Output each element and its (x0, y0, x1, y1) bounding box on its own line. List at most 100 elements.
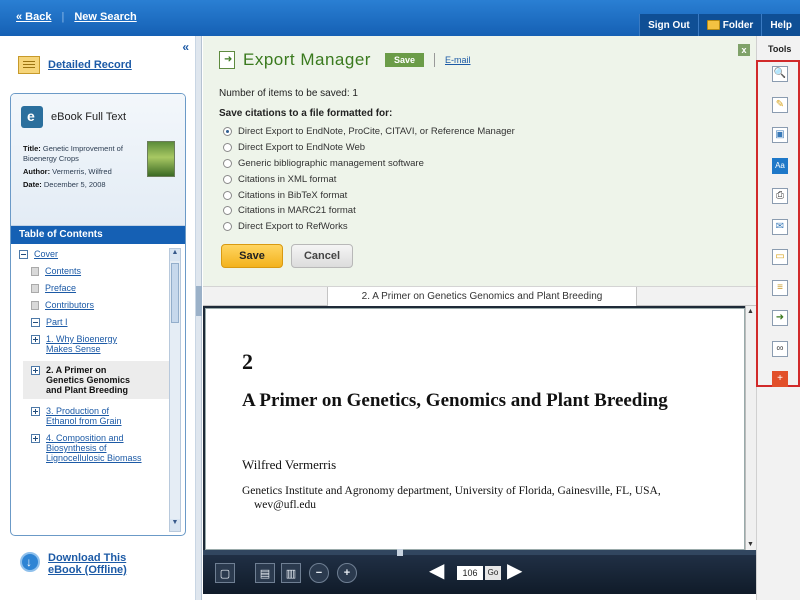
format-option[interactable]: Direct Export to RefWorks (223, 219, 515, 235)
export-save-tab[interactable]: Save (384, 53, 424, 67)
horizontal-scrollbar[interactable] (203, 549, 756, 556)
scroll-thumb[interactable] (171, 263, 179, 323)
toc-item-label[interactable]: Contributors (45, 300, 141, 310)
ebook-box: eBook Full Text Title: Genetic Improveme… (10, 93, 186, 536)
toc-scrollbar[interactable]: ▲ ▼ (169, 248, 181, 532)
toc-item-label[interactable]: Cover (34, 249, 130, 259)
toc-item[interactable]: Contributors (31, 300, 161, 310)
format-option[interactable]: Direct Export to EndNote, ProCite, CITAV… (223, 124, 515, 140)
sign-out-link[interactable]: Sign Out (639, 14, 698, 36)
next-page-icon[interactable]: ▶ (507, 561, 522, 581)
collapse-icon[interactable] (31, 318, 40, 327)
expand-icon[interactable] (31, 335, 40, 344)
email-icon[interactable]: ✉ (772, 218, 788, 235)
email-link[interactable]: E-mail (445, 55, 471, 65)
save-button[interactable]: Save (221, 244, 283, 268)
viewer-scroll-up-icon[interactable]: ▲ (747, 308, 754, 315)
image-icon[interactable]: ▣ (772, 127, 788, 143)
viewer-scrollbar[interactable]: ▲ ▼ (745, 306, 756, 550)
toc-item-label[interactable]: 4. Composition and Biosynthesis of Ligno… (46, 433, 142, 463)
author-email: wev@ufl.edu (254, 499, 317, 511)
note-icon[interactable]: ✎ (772, 96, 788, 113)
format-option-label: Generic bibliographic management softwar… (238, 157, 424, 169)
ebook-title-row: eBook Full Text (21, 106, 126, 128)
detailed-record[interactable]: Detailed Record (18, 56, 132, 74)
notes-icon[interactable]: ≡ (772, 279, 788, 296)
radio-button[interactable] (223, 206, 232, 216)
radio-button[interactable] (223, 158, 232, 168)
radio-button[interactable] (223, 143, 232, 153)
toc-item[interactable]: 4. Composition and Biosynthesis of Ligno… (31, 433, 161, 463)
panel-splitter[interactable] (196, 36, 202, 600)
toc-item-label[interactable]: 3. Production of Ethanol from Grain (46, 406, 142, 426)
download-ebook[interactable]: Download This eBook (Offline) (20, 552, 158, 576)
toc-item-label[interactable]: Part I (46, 317, 142, 327)
collapse-icon[interactable] (19, 250, 28, 259)
format-option[interactable]: Direct Export to EndNote Web (223, 140, 515, 156)
toc-item[interactable]: 1. Why Bioenergy Makes Sense (31, 334, 161, 354)
cancel-button[interactable]: Cancel (291, 244, 353, 268)
expand-icon[interactable] (31, 366, 40, 375)
collapse-panel-button[interactable]: « (182, 40, 189, 54)
new-search-link[interactable]: New Search (74, 11, 136, 23)
download-link[interactable]: Download This eBook (Offline) (48, 552, 158, 576)
add-icon[interactable]: + (772, 371, 788, 387)
splitter-grip[interactable] (196, 286, 202, 316)
book-cover-thumbnail[interactable] (147, 141, 175, 177)
horizontal-scroll-knob[interactable] (397, 549, 403, 556)
folder-icon[interactable]: ▭ (772, 249, 788, 265)
chapter-tab-bar: 2. A Primer on Genetics Genomics and Pla… (203, 286, 756, 307)
search-icon[interactable]: 🔍 (772, 66, 788, 82)
format-title: Save citations to a file formatted for: (219, 108, 393, 119)
close-export-button[interactable]: x (738, 44, 750, 56)
toc-item[interactable]: Part I (31, 317, 161, 327)
zoom-in-icon[interactable]: + (337, 563, 357, 583)
toc-item[interactable]: Preface (31, 283, 161, 293)
toc-item[interactable]: 3. Production of Ethanol from Grain (31, 406, 161, 426)
format-option[interactable]: Generic bibliographic management softwar… (223, 156, 515, 172)
toc-item[interactable]: Contents (31, 266, 161, 276)
ebook-meta: Title: Genetic Improvement of Bioenergy … (23, 144, 143, 193)
page-icon (31, 284, 39, 293)
export-title: Export Manager (243, 50, 371, 69)
previous-page-icon[interactable]: ◀ (429, 561, 444, 581)
radio-button[interactable] (223, 222, 232, 232)
fullscreen-icon[interactable]: ▢ (215, 563, 235, 583)
radio-button[interactable] (223, 174, 232, 184)
format-option-label: Direct Export to EndNote Web (238, 142, 366, 154)
toc-item-label: 2. A Primer on Genetics Genomics and Pla… (46, 365, 131, 395)
help-link[interactable]: Help (761, 14, 800, 36)
scroll-down-icon[interactable]: ▼ (170, 519, 180, 531)
viewer-scroll-down-icon[interactable]: ▼ (747, 541, 754, 548)
back-link[interactable]: « Back (16, 11, 51, 23)
link-icon[interactable]: ∞ (772, 340, 788, 357)
page-number-input[interactable]: 106 (457, 566, 483, 580)
scroll-up-icon[interactable]: ▲ (170, 249, 180, 261)
meta-date-value: December 5, 2008 (43, 180, 106, 189)
folder-link[interactable]: Folder (697, 14, 762, 36)
expand-icon[interactable] (31, 434, 40, 443)
radio-button[interactable] (223, 127, 232, 137)
top-nav: « Back | New Search (16, 11, 137, 23)
font-size-icon[interactable]: Aa (772, 157, 788, 174)
format-option[interactable]: Citations in MARC21 format (223, 203, 515, 219)
toc-item[interactable]: 2. A Primer on Genetics Genomics and Pla… (23, 361, 169, 399)
meta-author: Author: Vermerris, Wilfred (23, 167, 143, 177)
fit-width-icon[interactable]: ▤ (255, 563, 275, 583)
export-icon[interactable]: ➜ (772, 310, 788, 326)
toc-item-label[interactable]: Preface (45, 283, 141, 293)
detailed-record-link[interactable]: Detailed Record (48, 59, 132, 71)
expand-icon[interactable] (31, 407, 40, 416)
format-option[interactable]: Citations in XML format (223, 171, 515, 187)
print-icon[interactable]: ⎙ (772, 188, 788, 204)
radio-button[interactable] (223, 190, 232, 200)
toc-item-label[interactable]: 1. Why Bioenergy Makes Sense (46, 334, 142, 354)
format-option[interactable]: Citations in BibTeX format (223, 187, 515, 203)
chapter-tab[interactable]: 2. A Primer on Genetics Genomics and Pla… (327, 287, 637, 307)
export-header: Export Manager Save E-mail (219, 50, 471, 70)
zoom-out-icon[interactable]: − (309, 563, 329, 583)
toc-item-label[interactable]: Contents (45, 266, 141, 276)
fit-page-icon[interactable]: ▥ (281, 563, 301, 583)
toc-item[interactable]: Cover (19, 249, 161, 259)
go-button[interactable]: Go (485, 566, 501, 580)
